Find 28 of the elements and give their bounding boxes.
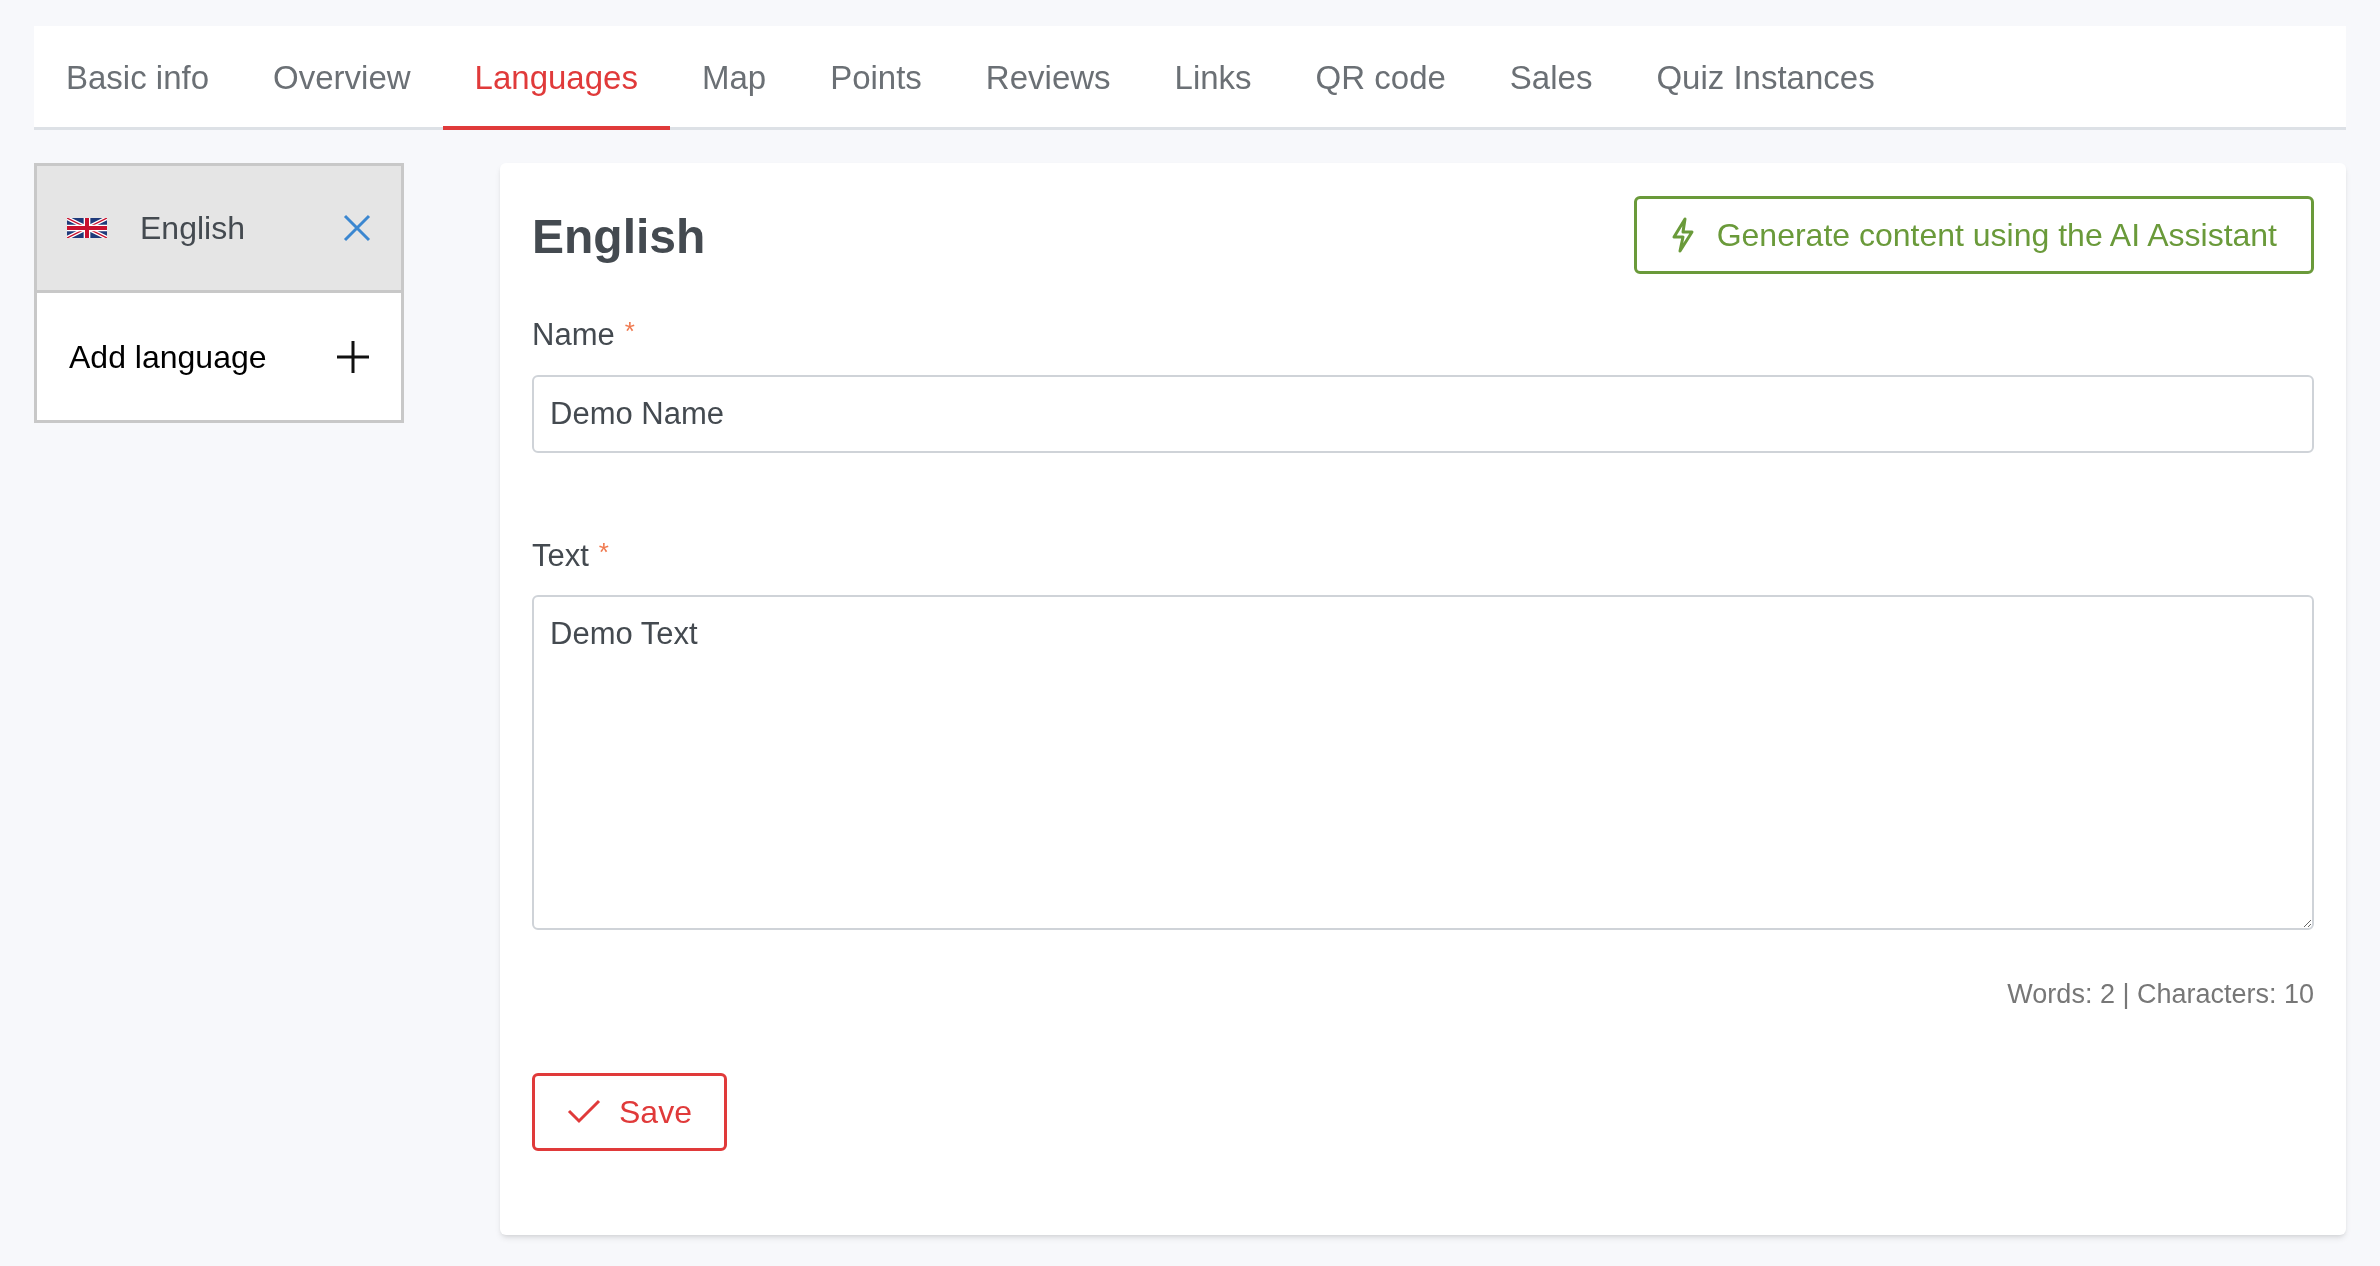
tab[interactable]: Points bbox=[798, 26, 954, 130]
language-name: English bbox=[140, 209, 246, 248]
close-icon[interactable] bbox=[343, 214, 371, 242]
word-character-counter: Words: 2 | Characters: 10 bbox=[2006, 978, 2314, 1011]
add-language-button[interactable]: Add language bbox=[37, 293, 401, 420]
tab[interactable]: Reviews bbox=[953, 26, 1143, 130]
ai-assistant-button[interactable]: Generate content using the AI Assistant bbox=[1633, 196, 2314, 274]
save-button[interactable]: Save bbox=[532, 1072, 727, 1151]
tab[interactable]: Languages bbox=[442, 26, 670, 130]
field-label: Text bbox=[532, 536, 589, 575]
tab[interactable]: QR code bbox=[1283, 26, 1478, 130]
tab[interactable]: Quiz Instances bbox=[1624, 26, 1907, 130]
lightning-icon bbox=[1670, 217, 1695, 253]
uk-flag-icon bbox=[67, 218, 107, 238]
tab[interactable]: Overview bbox=[241, 26, 443, 130]
tab[interactable]: Basic info bbox=[34, 26, 242, 130]
tab[interactable]: Links bbox=[1142, 26, 1284, 130]
plus-icon bbox=[337, 340, 369, 373]
input-field[interactable]: Demo Name bbox=[532, 374, 2314, 453]
checkmark-icon bbox=[567, 1098, 601, 1125]
tab[interactable]: Map bbox=[669, 26, 799, 130]
editor-title: English bbox=[532, 209, 706, 265]
field-label: Name bbox=[532, 316, 615, 354]
tab[interactable]: Sales bbox=[1477, 26, 1625, 130]
required-mark: * bbox=[624, 315, 635, 348]
language-item[interactable]: English bbox=[37, 166, 401, 293]
required-mark: * bbox=[598, 535, 609, 569]
text-area[interactable]: Demo Text bbox=[532, 595, 2314, 930]
